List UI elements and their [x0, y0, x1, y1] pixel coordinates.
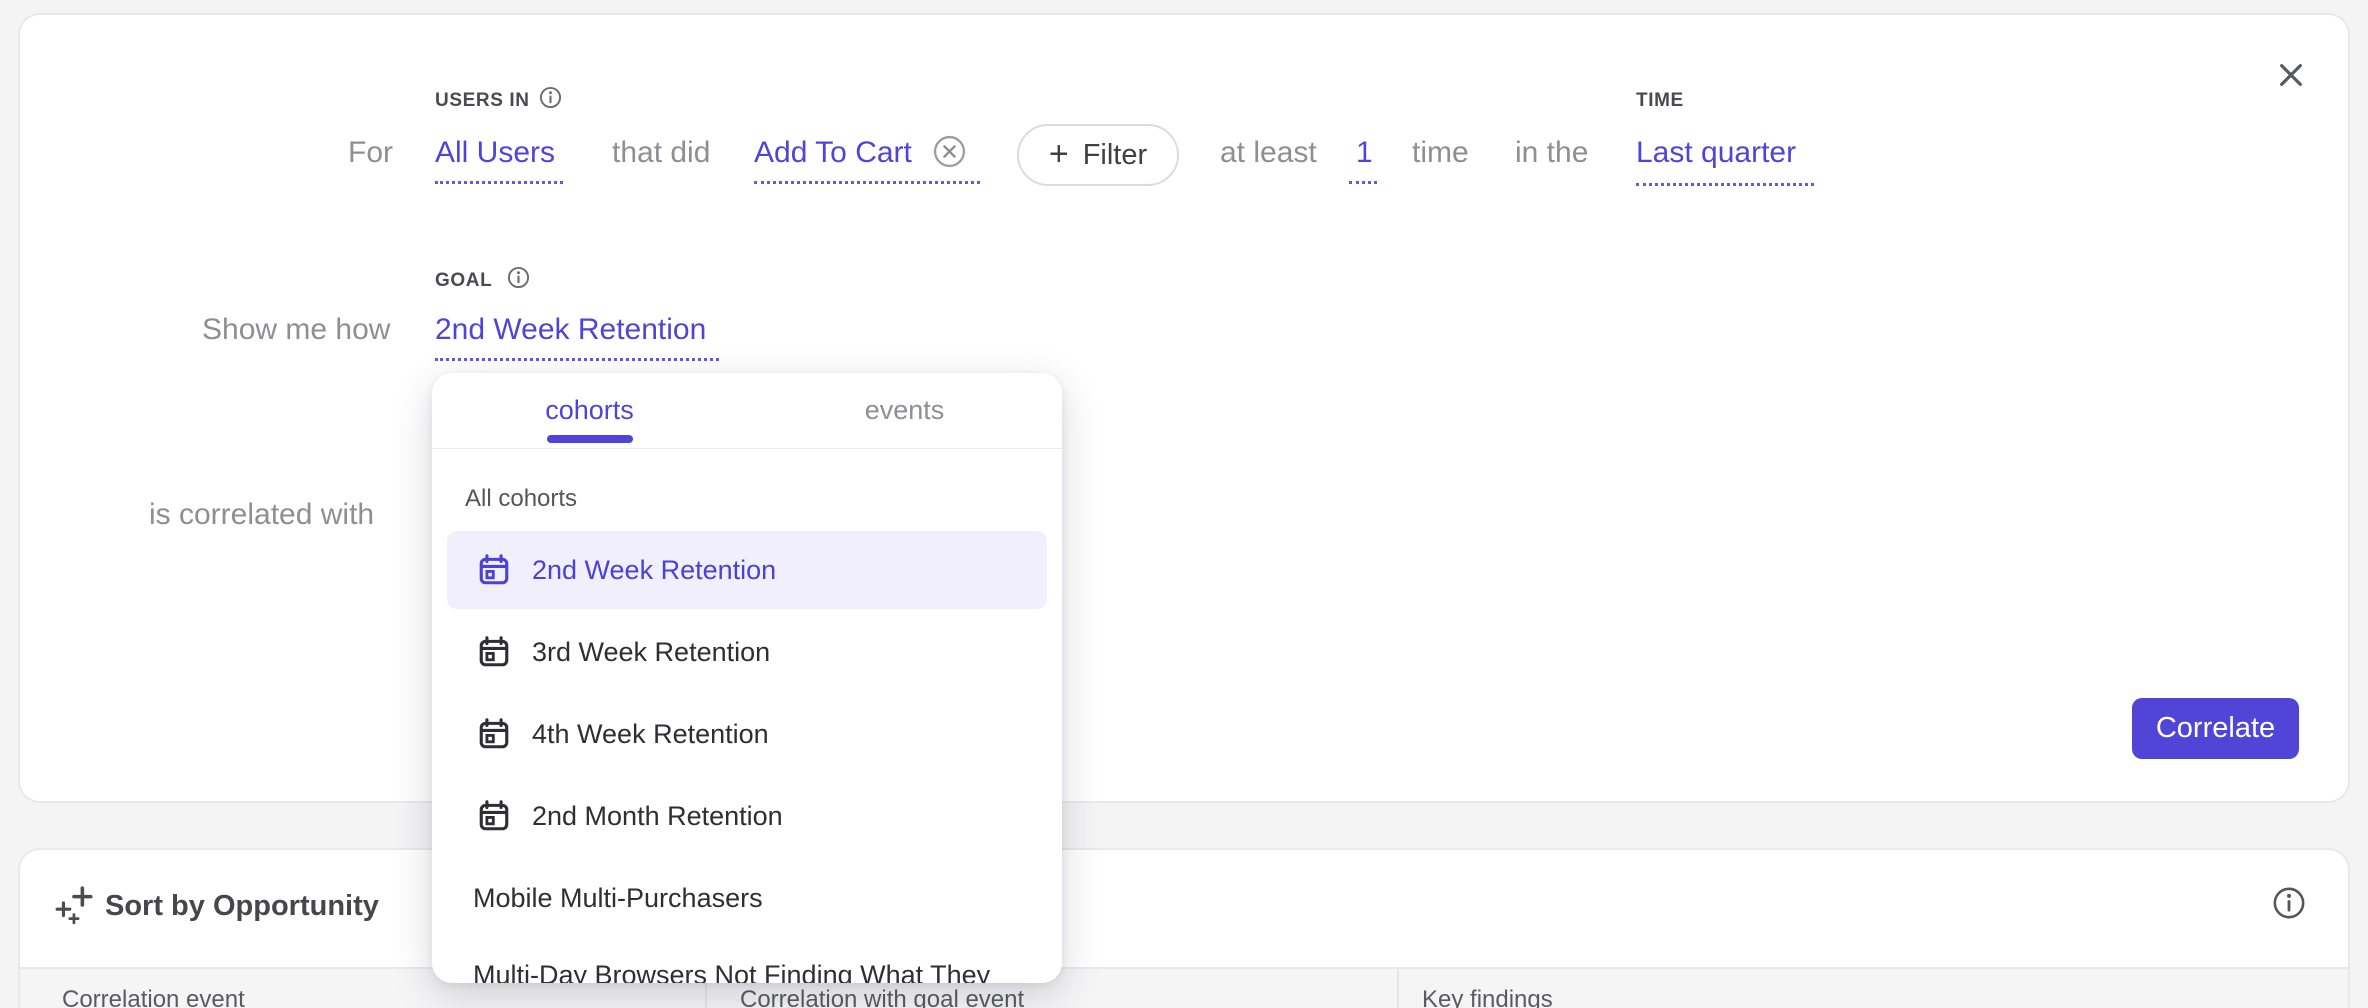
list-item-label: 2nd Week Retention	[532, 555, 776, 586]
tab-events[interactable]: events	[747, 373, 1062, 448]
correlate-button[interactable]: Correlate	[2132, 698, 2299, 759]
column-correlation-event: Correlation event	[62, 986, 245, 1008]
results-table-header: Correlation event Correlation with goal …	[20, 967, 2348, 1008]
calendar-icon	[477, 799, 511, 833]
active-tab-indicator	[547, 435, 633, 443]
list-item-3rd-week-retention[interactable]: 3rd Week Retention	[447, 613, 1047, 691]
column-key-findings: Key findings	[1422, 986, 1553, 1008]
query-builder-card: USERS IN TIME For All Users that did Add…	[18, 13, 2350, 803]
sentence-at-least: at least	[1220, 138, 1317, 168]
list-item-2nd-month-retention[interactable]: 2nd Month Retention	[447, 777, 1047, 855]
dropdown-tabs: cohorts events	[432, 373, 1062, 449]
list-item-label: Multi-Day Browsers Not Finding What They	[473, 960, 990, 984]
goal-selector[interactable]: 2nd Week Retention	[435, 315, 706, 345]
goal-underline	[435, 358, 719, 361]
event-underline	[754, 181, 980, 184]
list-item-label: 3rd Week Retention	[532, 637, 770, 668]
tab-events-label: events	[865, 395, 945, 426]
column-correlation-with-goal-event: Correlation with goal event	[740, 986, 1024, 1008]
list-item-label: 2nd Month Retention	[532, 801, 783, 832]
filter-button-label: Filter	[1083, 139, 1147, 172]
close-icon[interactable]	[2275, 59, 2307, 91]
cohorts-section-label: All cohorts	[465, 485, 577, 513]
time-label: TIME	[1636, 91, 1684, 110]
tab-cohorts[interactable]: cohorts	[432, 373, 747, 448]
calendar-icon	[477, 553, 511, 587]
sentence-is-correlated-with: is correlated with	[149, 500, 374, 530]
results-card: Sort by Opportunity Correlation event Co…	[18, 848, 2350, 1008]
list-item-multi-day-browsers[interactable]: Multi-Day Browsers Not Finding What They	[447, 936, 1047, 983]
info-icon[interactable]	[539, 86, 562, 109]
add-filter-button[interactable]: + Filter	[1017, 124, 1179, 186]
sentence-for: For	[348, 138, 393, 168]
correlation-screen: USERS IN TIME For All Users that did Add…	[0, 0, 2368, 1008]
tab-cohorts-label: cohorts	[545, 395, 634, 426]
goal-label: GOAL	[435, 271, 492, 290]
users-in-label: USERS IN	[435, 91, 530, 110]
goal-dropdown: cohorts events All cohorts 2nd Week Rete…	[432, 373, 1062, 983]
info-icon[interactable]	[2272, 886, 2306, 920]
sparkle-plus-icon	[54, 884, 96, 926]
count-input[interactable]: 1	[1356, 138, 1373, 168]
calendar-icon	[477, 635, 511, 669]
sentence-that-did: that did	[612, 138, 710, 168]
list-item-label: 4th Week Retention	[532, 719, 769, 750]
calendar-icon	[477, 717, 511, 751]
circle-x-icon[interactable]	[933, 135, 966, 168]
time-range-selector[interactable]: Last quarter	[1636, 138, 1796, 168]
time-range-underline	[1636, 183, 1814, 186]
list-item-2nd-week-retention[interactable]: 2nd Week Retention	[447, 531, 1047, 609]
sentence-time-word: time	[1412, 138, 1469, 168]
plus-icon: +	[1049, 135, 1069, 174]
column-divider	[1397, 967, 1399, 1008]
info-icon[interactable]	[507, 266, 530, 289]
sentence-in-the: in the	[1515, 138, 1588, 168]
event-selector[interactable]: Add To Cart	[754, 138, 912, 168]
count-underline	[1349, 181, 1377, 184]
subject-underline	[435, 181, 563, 184]
subject-selector[interactable]: All Users	[435, 138, 555, 168]
sentence-show-me-how: Show me how	[202, 315, 390, 345]
list-item-label: Mobile Multi-Purchasers	[473, 883, 763, 914]
list-item-4th-week-retention[interactable]: 4th Week Retention	[447, 695, 1047, 773]
sort-by-opportunity-button[interactable]: Sort by Opportunity	[105, 892, 379, 921]
list-item-mobile-multi-purchasers[interactable]: Mobile Multi-Purchasers	[447, 859, 1047, 937]
